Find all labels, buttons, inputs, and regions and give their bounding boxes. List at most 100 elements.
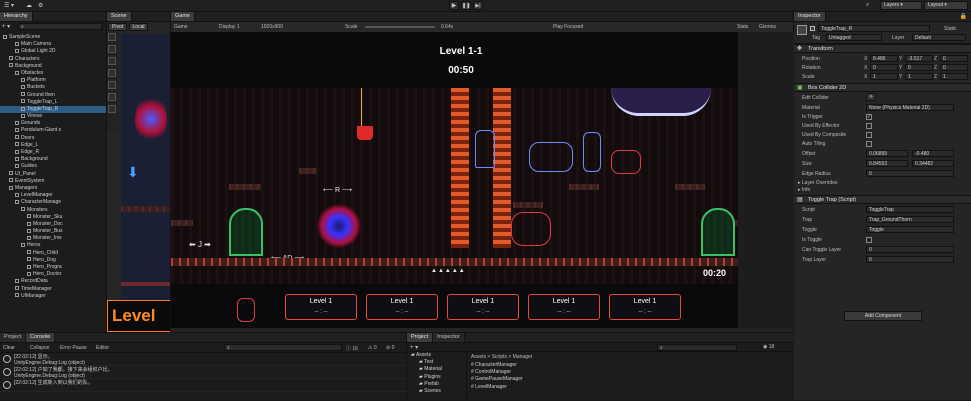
collider-checkbox[interactable] [866,141,872,147]
search-icon[interactable]: ⌕ [866,2,869,9]
hierarchy-item[interactable]: Ground then [0,92,106,99]
offset-y-field[interactable]: -0.480 [912,150,954,157]
trap-row-field[interactable]: 0 [866,256,954,263]
console-log-row[interactable]: [22:02:12] 户如了我都。接下来会组织户比。 UnityEngine.De… [0,366,406,379]
transform-z-field[interactable]: 0 [940,55,968,62]
level-card[interactable]: Level 1 -- : -- [285,294,357,320]
layout-dropdown[interactable]: Layout ▾ [924,1,968,10]
custom-tool-icon[interactable] [108,105,116,113]
project-folder[interactable]: ▰ Material [407,366,466,373]
project-folder[interactable]: ▰ Test [407,359,466,366]
scale-tool-icon[interactable] [108,69,116,77]
play-focused-dropdown[interactable]: Play Focused [553,24,583,30]
hierarchy-item[interactable]: LevelManager [0,192,106,199]
hierarchy-item[interactable]: Platform [0,77,106,84]
tab-scene[interactable]: Scene [107,12,132,21]
log-count[interactable]: ⓘ 16 [346,345,358,352]
hierarchy-item[interactable]: UIManager [0,293,106,300]
hierarchy-item[interactable]: Hero_Dog [0,257,106,264]
tab-inspector[interactable]: Inspector [794,12,826,21]
hierarchy-item[interactable]: Hero_Doctor [0,271,106,278]
hierarchy-item[interactable]: Global Light 2D [0,48,106,55]
hierarchy-item[interactable]: Characters [0,56,106,63]
play-button[interactable]: ▶ [449,1,459,10]
project-file[interactable]: # CharacterManager [471,362,671,369]
edge-radius-field[interactable]: 0 [866,170,954,177]
hierarchy-item[interactable]: Edge_L [0,142,106,149]
hierarchy-item[interactable]: Doors [0,135,106,142]
hierarchy-item[interactable]: Monsters [0,207,106,214]
hierarchy-item[interactable]: Obstacles [0,70,106,77]
hierarchy-item[interactable]: ToggleTrap_R [0,105,106,114]
hierarchy-item[interactable]: UI_Panel [0,171,106,178]
hierarchy-search-input[interactable]: ⌕ [18,23,102,30]
hierarchy-item[interactable]: Background [0,63,106,70]
transform-y-field[interactable]: 0 [905,64,933,71]
size-y-field[interactable]: 0.34482 [912,160,954,167]
move-tool-icon[interactable] [108,45,116,53]
hierarchy-item[interactable]: Monster_Sku [0,214,106,221]
offset-x-field[interactable]: 0.06899 [866,150,908,157]
transform-z-field[interactable]: 0 [940,64,968,71]
project-folder[interactable]: ▰ Assets [407,352,466,359]
transform-z-field[interactable]: 1 [940,73,968,80]
resolution-dropdown[interactable]: 1920x900 [261,24,283,30]
toggle-trap-header[interactable]: ▤ Toggle Trap (Script) [794,195,971,204]
hierarchy-item[interactable]: Pendulum-Giant s [0,127,106,134]
object-name-field[interactable]: ToggleTrap_R [818,25,930,32]
transform-tool-icon[interactable] [108,93,116,101]
hierarchy-item[interactable]: Hero_Child [0,250,106,257]
step-button[interactable]: ▶| [473,1,483,10]
active-checkbox[interactable]: ✓ [810,26,815,31]
tab-project-bottom[interactable]: Project [0,333,27,342]
transform-y-field[interactable]: 1 [905,73,933,80]
tab-project[interactable]: Project [407,333,434,342]
editor-dropdown[interactable]: Editor [96,345,109,351]
tab-inspector-bottom[interactable]: Inspector [433,333,465,342]
game-view-dropdown[interactable]: Game [174,24,188,30]
project-search-input[interactable]: ⌕ [657,344,737,351]
hierarchy-item[interactable]: Hero_Progra [0,264,106,271]
hierarchy-item[interactable]: SampleScene [0,34,106,41]
hierarchy-item[interactable]: TimeManager [0,286,106,293]
hand-tool-icon[interactable] [108,33,116,41]
info-foldout[interactable]: ▸ Info [798,187,810,193]
scene-viewport[interactable]: ⬇ Level [107,34,170,332]
hierarchy-item[interactable]: Managers [0,185,106,192]
hierarchy-item[interactable]: Monster_Inw [0,235,106,242]
project-folder[interactable]: ▰ Prefab [407,381,466,388]
add-icon[interactable]: + ▾ [2,24,10,30]
static-toggle[interactable]: Static [944,26,957,32]
pause-button[interactable]: ❚❚ [461,1,471,10]
project-file[interactable]: # ControlManager [471,369,671,376]
project-folder[interactable]: ▰ Plugins [407,374,466,381]
hierarchy-item[interactable]: Vinese [0,113,106,120]
rect-tool-icon[interactable] [108,81,116,89]
warn-count[interactable]: ⚠ 0 [368,345,377,351]
level-card[interactable]: Level 1 -- : -- [528,294,600,320]
transform-x-field[interactable]: 0 [870,64,898,71]
hierarchy-item[interactable]: Guides [0,163,106,170]
project-file[interactable]: # LevelManager [471,384,671,391]
project-breadcrumb[interactable]: Assets > Scripts > Manager [471,354,532,360]
console-search-input[interactable]: ⌕ [224,344,342,351]
is-toggle-checkbox[interactable] [866,237,872,243]
collider-checkbox[interactable]: ✓ [866,114,872,120]
settings-icon[interactable]: ⚙ [38,2,43,9]
size-x-field[interactable]: 0.84553 [866,160,908,167]
error-count[interactable]: ⊘ 0 [386,345,394,351]
trap-row-field[interactable]: Trap_GroundThorn [866,216,954,223]
tab-game[interactable]: Game [171,12,195,21]
project-folder[interactable]: ▰ Scenes [407,388,466,395]
error-pause-toggle[interactable]: Error Pause [60,345,87,351]
level-card[interactable]: Level 1 -- : -- [609,294,681,320]
rotate-tool-icon[interactable] [108,57,116,65]
transform-x-field[interactable]: 1 [870,73,898,80]
material-field[interactable]: None (Physics Material 2D) [866,104,954,111]
hierarchy-item[interactable]: CharacterManage [0,199,106,206]
collapse-toggle[interactable]: Collapse [30,345,49,351]
add-component-button[interactable]: Add Component [844,311,922,321]
transform-header[interactable]: ✥ Transform [794,44,971,53]
gizmos-dropdown[interactable]: Gizmos [759,24,776,30]
cloud-icon[interactable]: ☁ [26,2,32,9]
